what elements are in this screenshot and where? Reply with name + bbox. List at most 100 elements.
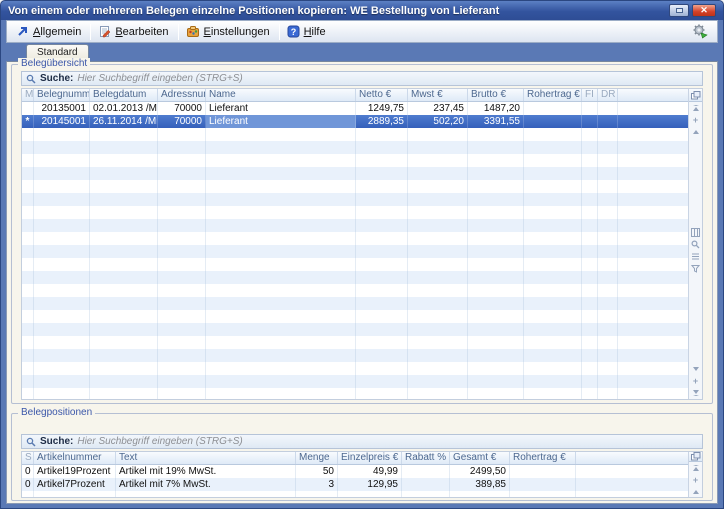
empty-cell [90, 128, 158, 141]
table-row-empty [22, 128, 688, 141]
dr-cell [598, 115, 618, 128]
empty-cell [158, 349, 206, 362]
empty-cell [582, 141, 598, 154]
beleg-row-20135001[interactable]: 20135001 02.01.2013 /Mi 70000 Lieferant … [22, 102, 688, 115]
magnifier-icon[interactable] [690, 239, 702, 251]
empty-cell [618, 206, 688, 219]
tab-strip: Standard [6, 43, 718, 61]
belegpositionen-search-input[interactable] [77, 436, 698, 447]
empty-cell [356, 219, 408, 232]
position-row-artikel7prozent[interactable]: 0 Artikel7Prozent Artikel mit 7% MwSt. 3… [22, 478, 688, 491]
empty-cell [34, 297, 90, 310]
empty-cell [582, 388, 598, 399]
close-button[interactable]: ✕ [692, 4, 716, 17]
empty-cell [356, 323, 408, 336]
column-header-s[interactable]: S [22, 452, 34, 464]
beleguebersicht-label: Belegübersicht [18, 58, 90, 70]
bearbeiten-button[interactable]: Bearbeiten [94, 23, 174, 40]
empty-cell [22, 154, 34, 167]
column-header-name[interactable]: Name [206, 89, 356, 101]
beleguebersicht-search-bar[interactable]: Suche: [21, 71, 703, 86]
column-header-einzelpreis[interactable]: Einzelpreis € [338, 452, 402, 464]
empty-cell [598, 284, 618, 297]
column-header-belegnummer[interactable]: Belegnumme [34, 89, 90, 101]
scroll-first-icon[interactable] [690, 102, 702, 114]
empty-cell [22, 362, 34, 375]
hilfe-button[interactable]: ? Hilfe [283, 23, 332, 40]
allgemein-button[interactable]: Allgemein [12, 23, 87, 40]
empty-cell [468, 154, 524, 167]
table-row-empty [22, 310, 688, 323]
gear-refresh-icon[interactable] [692, 24, 708, 39]
column-header-m[interactable]: M [22, 89, 34, 101]
scroll-first-icon[interactable] [690, 462, 702, 474]
empty-cell [582, 284, 598, 297]
empty-cell [356, 245, 408, 258]
empty-cell [206, 154, 356, 167]
card-view-icon[interactable] [690, 227, 702, 239]
empty-cell [158, 362, 206, 375]
empty-cell [582, 180, 598, 193]
title-bar[interactable]: Von einem oder mehreren Belegen einzelne… [1, 1, 723, 20]
empty-cell [90, 297, 158, 310]
empty-cell [356, 167, 408, 180]
empty-cell [618, 271, 688, 284]
empty-cell [598, 310, 618, 323]
empty-cell [22, 388, 34, 399]
column-header-rohertrag[interactable]: Rohertrag € [510, 452, 576, 464]
column-header-text[interactable]: Text [116, 452, 296, 464]
column-header-adressnummer[interactable]: Adressnumm [158, 89, 206, 101]
column-header-menge[interactable]: Menge [296, 452, 338, 464]
beleguebersicht-search-input[interactable] [77, 73, 698, 84]
column-header-belegdatum[interactable]: Belegdatum [90, 89, 158, 101]
column-header-gesamt[interactable]: Gesamt € [450, 452, 510, 464]
empty-cell [408, 141, 468, 154]
empty-cell [468, 180, 524, 193]
beleg-row-20145001-selected[interactable]: * 20145001 26.11.2014 /Mi 70000 Lieferan… [22, 115, 688, 128]
scroll-page-up-icon[interactable]: + [690, 474, 702, 486]
scroll-page-up-icon[interactable]: + [690, 114, 702, 126]
table-row-empty [22, 258, 688, 271]
scroll-up-icon[interactable] [690, 486, 702, 497]
empty-cell [618, 323, 688, 336]
einstellungen-button[interactable]: Einstellungen [182, 23, 276, 40]
empty-cell [468, 219, 524, 232]
empty-cell [22, 167, 34, 180]
scroll-page-down-icon[interactable]: + [690, 375, 702, 387]
table-row-empty [22, 349, 688, 362]
empty-cell [468, 297, 524, 310]
empty-cell [34, 284, 90, 297]
empty-cell [618, 349, 688, 362]
restore-button[interactable] [669, 4, 689, 17]
column-header-rabatt[interactable]: Rabatt % [402, 452, 450, 464]
empty-cell [618, 388, 688, 399]
table-row-empty [22, 284, 688, 297]
filter-icon[interactable] [690, 263, 702, 275]
column-header-brutto[interactable]: Brutto € [468, 89, 524, 101]
belegpositionen-search-bar[interactable]: Suche: [21, 434, 703, 449]
scroll-down-icon[interactable] [690, 363, 702, 375]
column-chooser-icon[interactable] [689, 89, 703, 102]
empty-cell [34, 362, 90, 375]
rohertrag-cell [510, 478, 576, 491]
column-header-fi[interactable]: FI [582, 89, 598, 101]
empty-cell [582, 232, 598, 245]
column-header-netto[interactable]: Netto € [356, 89, 408, 101]
scroll-last-icon[interactable] [690, 387, 702, 399]
close-icon: ✕ [700, 5, 708, 16]
empty-cell [356, 375, 408, 388]
column-chooser-icon[interactable] [689, 452, 703, 462]
empty-cell [22, 128, 34, 141]
scroll-up-icon[interactable] [690, 126, 702, 138]
position-row-artikel19prozent[interactable]: 0 Artikel19Prozent Artikel mit 19% MwSt.… [22, 465, 688, 478]
empty-cell [158, 258, 206, 271]
column-header-mwst[interactable]: Mwst € [408, 89, 468, 101]
column-header-rohertrag[interactable]: Rohertrag € [524, 89, 582, 101]
column-header-artikelnummer[interactable]: Artikelnummer [34, 452, 116, 464]
mwst-cell: 237,45 [408, 102, 468, 115]
list-view-icon[interactable] [690, 251, 702, 263]
column-header-dr[interactable]: DR [598, 89, 618, 101]
netto-cell: 2889,35 [356, 115, 408, 128]
empty-cell [582, 310, 598, 323]
text-cell: Artikel mit 7% MwSt. [116, 478, 296, 491]
